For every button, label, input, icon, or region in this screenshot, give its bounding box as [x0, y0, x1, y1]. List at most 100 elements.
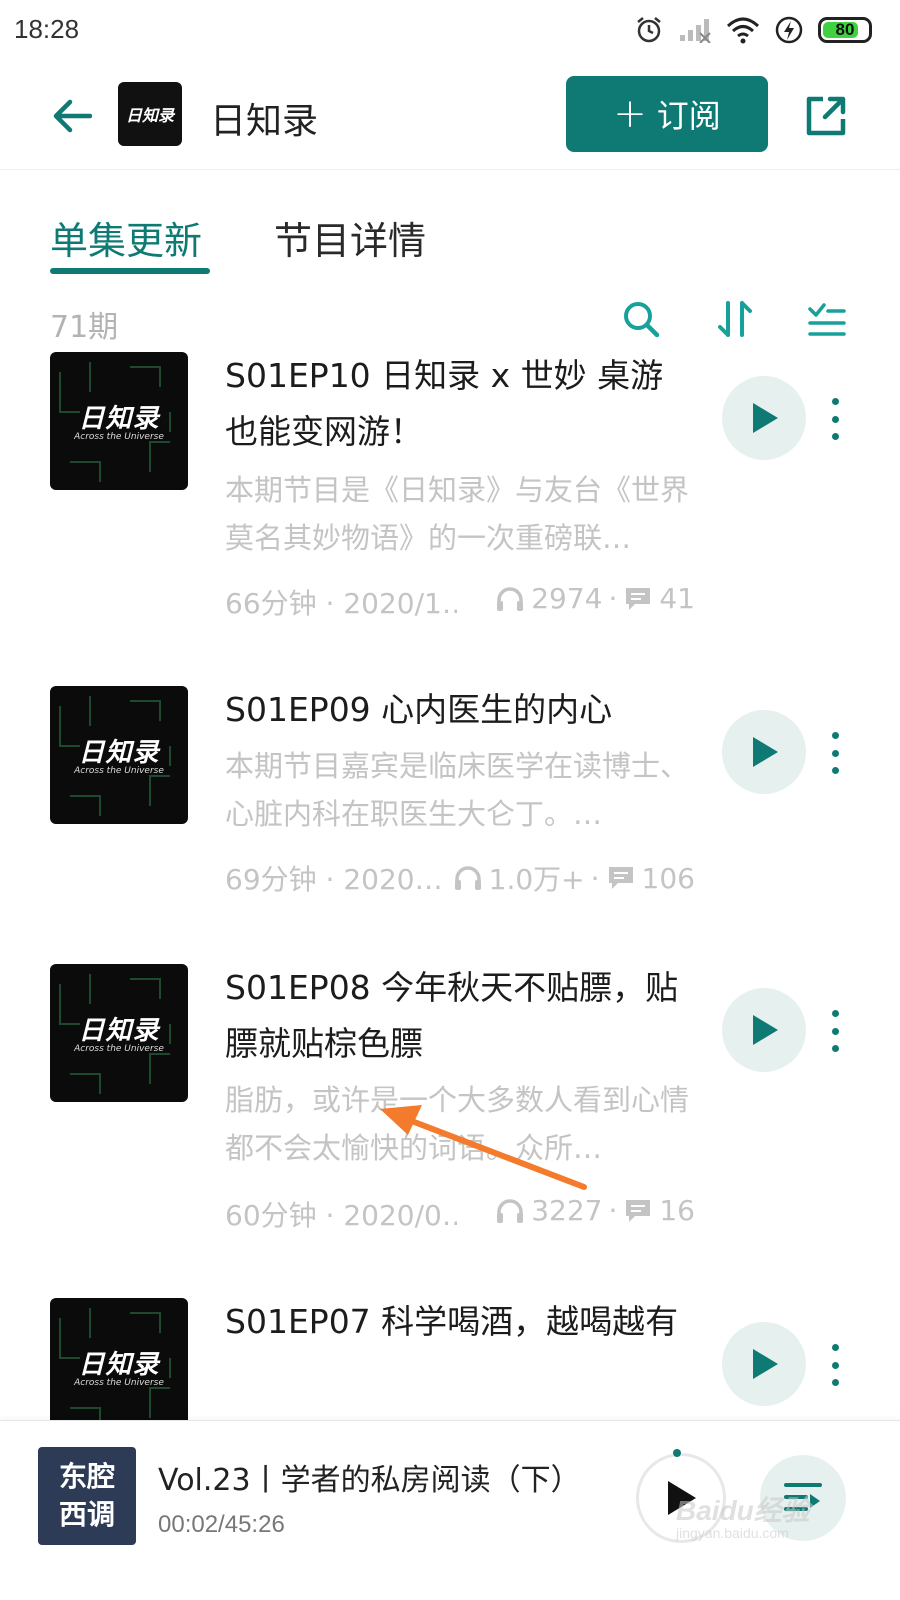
signal-icon [678, 17, 712, 43]
more-options-button[interactable] [820, 728, 850, 778]
headphones-icon [497, 586, 524, 611]
headphones-icon [497, 1198, 524, 1223]
subscribe-button[interactable]: + 订阅 [566, 76, 768, 152]
filter-button[interactable] [804, 296, 850, 342]
more-options-button[interactable] [820, 1006, 850, 1056]
episode-meta: 66分钟 · 2020/1… 2974 · 41 [225, 582, 695, 622]
cover-title: 日知录 [78, 404, 160, 434]
play-icon [668, 1481, 696, 1515]
cover-subtitle: Across the Universe [74, 1378, 164, 1388]
episode-item[interactable]: 日知录 Across the Universe S01EP09 心内医生的内心 … [0, 686, 900, 926]
more-options-button[interactable] [820, 1340, 850, 1390]
tab-episodes[interactable]: 单集更新 [50, 210, 202, 265]
play-icon [753, 403, 778, 433]
now-playing-title: Vol.23丨学者的私房阅读（下） [158, 1463, 581, 1498]
episode-duration-date: 60分钟 · 2020/0… [225, 1199, 457, 1232]
episode-cover: 日知录 Across the Universe [50, 686, 188, 824]
episode-meta: 60分钟 · 2020/0… 3227 · 16 [225, 1194, 695, 1234]
play-button[interactable] [722, 1322, 806, 1406]
share-button[interactable] [796, 86, 856, 146]
list-toolbar: 71期 [0, 292, 900, 352]
episode-stats: 1.0万+ · 106 [453, 858, 695, 898]
cover-title: 日知录 [78, 1350, 160, 1380]
episode-title: S01EP09 心内医生的内心 [225, 690, 613, 729]
meta-separator: · [590, 861, 600, 895]
cover-subtitle: Across the Universe [74, 1044, 164, 1054]
share-icon [806, 96, 846, 136]
now-playing-time: 00:02/45:26 [158, 1511, 285, 1538]
back-button[interactable] [42, 86, 102, 146]
episode-cover: 日知录 Across the Universe [50, 1298, 188, 1420]
episode-plays: 3227 [531, 1194, 603, 1227]
play-icon [753, 1015, 778, 1045]
play-button[interactable] [722, 710, 806, 794]
battery-level: 80 [835, 20, 855, 39]
episode-duration-date: 69分钟 · 2020… [225, 863, 443, 896]
episode-comments: 106 [641, 861, 695, 895]
alarm-icon [634, 15, 664, 45]
search-icon [624, 302, 660, 338]
annotation-arrow [380, 1105, 587, 1190]
comment-icon [608, 867, 633, 889]
now-playing-cover: 东腔 西调 [38, 1447, 136, 1545]
app-header: 日知录 日知录 + 订阅 [0, 62, 900, 170]
episode-description: 本期节目是《日知录》与友台《世界莫名其妙物语》的一次重磅联… [225, 473, 690, 555]
status-time: 18:28 [14, 14, 80, 44]
plus-icon: + [613, 91, 647, 137]
mini-player[interactable]: 东腔 西调 Vol.23丨学者的私房阅读（下） 00:02/45:26 Baid… [0, 1420, 900, 1600]
tab-details[interactable]: 节目详情 [274, 210, 426, 265]
podcast-logo: 日知录 [118, 82, 182, 146]
episode-comments: 41 [659, 582, 695, 615]
progress-indicator [673, 1449, 681, 1457]
battery-icon: 80 [818, 17, 872, 43]
episode-stats: 2974 · 41 [495, 582, 695, 615]
more-options-button[interactable] [820, 394, 850, 444]
episode-plays: 2974 [531, 582, 603, 615]
wifi-icon [726, 16, 760, 44]
playlist-button[interactable] [760, 1455, 846, 1541]
episode-item[interactable]: 日知录 Across the Universe S01EP07 科学喝酒，越喝越… [0, 1298, 900, 1420]
play-button[interactable] [722, 376, 806, 460]
filter-icon [808, 303, 846, 336]
cover-subtitle: Across the Universe [74, 766, 164, 776]
page-title: 日知录 [210, 101, 319, 142]
episode-title: S01EP08 今年秋天不贴膘，贴膘就贴棕色膘 [225, 968, 679, 1063]
episode-meta: 69分钟 · 2020… 1.0万+ · 106 [225, 858, 695, 898]
search-button[interactable] [618, 296, 664, 342]
subscribe-label: 订阅 [656, 97, 721, 135]
episode-plays: 1.0万+ [488, 863, 585, 896]
play-icon [753, 1349, 778, 1379]
play-icon [753, 737, 778, 767]
episode-cover: 日知录 Across the Universe [50, 352, 188, 490]
sort-button[interactable] [712, 296, 758, 342]
episode-duration-date: 66分钟 · 2020/1… [225, 587, 457, 620]
charging-icon [774, 15, 804, 45]
status-icons: 80 [634, 12, 872, 48]
comment-icon [626, 587, 651, 610]
tab-active-indicator [50, 268, 210, 274]
episode-title: S01EP10 日知录 x 世妙 桌游也能变网游！ [225, 356, 664, 451]
cover-subtitle: Across the Universe [74, 432, 164, 442]
episode-description: 本期节目嘉宾是临床医学在读博士、心脏内科在职医生大仑丁。… [225, 749, 690, 831]
sort-icon [718, 301, 752, 337]
meta-separator: · [608, 1194, 618, 1227]
mini-player-play-button[interactable] [636, 1453, 726, 1543]
comment-icon [626, 1199, 651, 1222]
playlist-icon [784, 1483, 822, 1511]
episode-title: S01EP07 科学喝酒，越喝越有 [225, 1302, 679, 1341]
episode-comments: 16 [659, 1194, 695, 1227]
podcast-logo-text: 日知录 [125, 106, 174, 125]
meta-separator: · [608, 582, 618, 615]
cover-title: 日知录 [78, 1016, 160, 1046]
play-button[interactable] [722, 988, 806, 1072]
episode-stats: 3227 · 16 [495, 1194, 695, 1227]
now-playing-cover-line1: 东腔 [58, 1460, 115, 1493]
tab-bar: 单集更新 节目详情 [0, 170, 900, 280]
episode-item[interactable]: 日知录 Across the Universe S01EP10 日知录 x 世妙… [0, 352, 900, 652]
headphones-icon [454, 866, 481, 890]
now-playing-cover-line2: 西调 [58, 1498, 115, 1531]
episode-count: 71期 [50, 310, 119, 345]
episode-cover: 日知录 Across the Universe [50, 964, 188, 1102]
back-arrow-icon [53, 99, 92, 133]
status-bar: 18:28 80 [0, 0, 900, 62]
